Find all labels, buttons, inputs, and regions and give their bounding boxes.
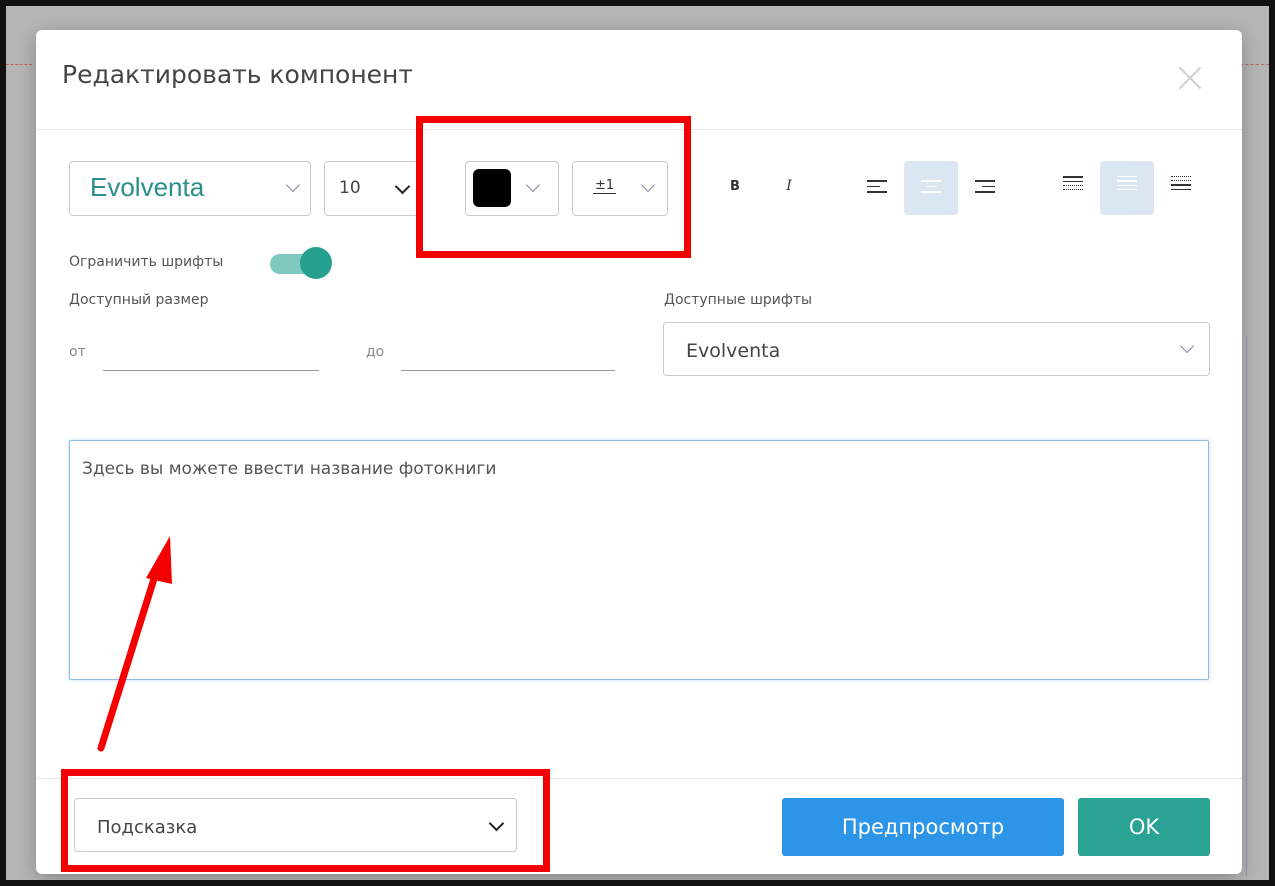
- annotation-arrow: [97, 536, 172, 752]
- screen-frame: Редактировать компонент Evolventa 10 ±1 …: [0, 0, 1275, 886]
